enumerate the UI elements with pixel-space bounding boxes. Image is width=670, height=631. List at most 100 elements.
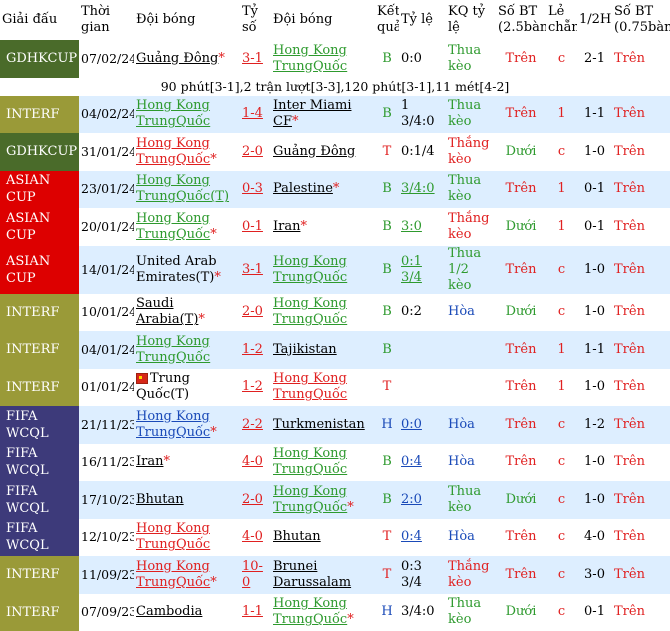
away-team-link[interactable]: Bhutan [273, 529, 321, 544]
away-team-link[interactable]: Guảng Đông [273, 144, 355, 159]
home-team-link[interactable]: Guảng Đông [136, 51, 218, 66]
score-cell: 2-0 [240, 133, 271, 171]
score-link[interactable]: 2-0 [242, 144, 263, 159]
score-link[interactable]: 4-0 [242, 529, 263, 544]
league-cell: INTERF [0, 331, 79, 369]
over-under-075-cell: Trên [612, 481, 670, 519]
handicap-result-cell: Hòa [446, 406, 496, 444]
league-cell: FIFA WCQL [0, 444, 79, 482]
away-team-cell: Hong Kong TrungQuốc [271, 444, 375, 482]
home-team-link[interactable]: Hong Kong TrungQuốc [136, 521, 210, 552]
score-link[interactable]: 2-2 [242, 417, 263, 432]
home-team-link[interactable]: Hong Kong TrungQuốc [136, 211, 210, 242]
away-team-link[interactable]: Tajikistan [273, 342, 337, 357]
odd-even-cell: c [546, 406, 577, 444]
home-team-cell: Hong Kong TrungQuốc [134, 331, 240, 369]
over-under-075-cell: Trên [612, 406, 670, 444]
score-link[interactable]: 0-3 [242, 181, 263, 196]
odds-value[interactable]: 3:0 [401, 219, 422, 234]
handicap-result-cell: Thua kèo [446, 594, 496, 631]
home-star-marker: * [210, 152, 217, 167]
league-cell: GDHKCUP [0, 40, 79, 78]
away-team-link[interactable]: Hong Kong TrungQuốc [273, 43, 347, 74]
table-row: INTERF04/01/24Hong Kong TrungQuốc1-2Taji… [0, 331, 670, 369]
away-team-link[interactable]: Hong Kong TrungQuốc [273, 596, 347, 627]
over-under-075-cell: Trên [612, 369, 670, 407]
date-cell: 11/09/23 [79, 556, 134, 594]
score-link[interactable]: 0-1 [242, 219, 263, 234]
half-time-cell: 1-0 [577, 133, 612, 171]
handicap-result-cell: Thua kèo [446, 171, 496, 209]
league-cell: INTERF [0, 294, 79, 332]
odd-even-cell: 1 [546, 331, 577, 369]
score-link[interactable]: 10-0 [242, 559, 263, 590]
match-history-table: Giải đấu Thời gian Đội bóng Tỷ số Đội bó… [0, 0, 670, 631]
half-time-cell: 1-0 [577, 481, 612, 519]
score-link[interactable]: 4-0 [242, 454, 263, 469]
odds-value[interactable]: 0:1 3/4 [401, 254, 422, 285]
odds-value[interactable]: 0:4 [401, 454, 422, 469]
home-team-link[interactable]: Hong Kong TrungQuốc [136, 559, 210, 590]
over-under-cell: Dưới [496, 208, 546, 246]
away-team-cell: Hong Kong TrungQuốc [271, 246, 375, 294]
home-team-link[interactable]: Saudi Arabia(T) [136, 296, 198, 327]
away-team-link[interactable]: Brunei Darussalam [273, 559, 351, 590]
score-link[interactable]: 3-1 [242, 51, 263, 66]
away-team-link[interactable]: Hong Kong TrungQuốc [273, 254, 347, 285]
home-team-link[interactable]: Hong Kong TrungQuốc [136, 98, 210, 129]
away-team-link[interactable]: Hong Kong TrungQuốc [273, 371, 347, 402]
table-row: INTERF01/01/24Trung Quốc(T)1-2Hong Kong … [0, 369, 670, 407]
home-team-link[interactable]: Hong Kong TrungQuốc [136, 334, 210, 365]
date-cell: 10/01/24 [79, 294, 134, 332]
odds-value[interactable]: 3/4:0 [401, 181, 435, 196]
table-row: FIFA WCQL21/11/23Hong Kong TrungQuốc*2-2… [0, 406, 670, 444]
home-team-link[interactable]: Iran [136, 454, 163, 469]
odds-value: 0:0 [401, 51, 422, 66]
score-link[interactable]: 1-4 [242, 106, 263, 121]
odds-cell: 0:2 [399, 294, 446, 332]
odds-cell: 0:4 [399, 444, 446, 482]
away-team-link[interactable]: Palestine [273, 181, 333, 196]
half-time-cell: 1-0 [577, 369, 612, 407]
result-cell: B [375, 444, 399, 482]
home-team-link[interactable]: Hong Kong TrungQuốc [136, 136, 210, 167]
result-cell: B [375, 96, 399, 134]
away-team-cell: Guảng Đông [271, 133, 375, 171]
half-time-cell: 1-1 [577, 331, 612, 369]
over-under-075-cell: Trên [612, 208, 670, 246]
away-team-link[interactable]: Hong Kong TrungQuốc [273, 446, 347, 477]
home-team-link[interactable]: Cambodia [136, 604, 202, 619]
away-team-cell: Inter Miami CF* [271, 96, 375, 134]
home-team-link[interactable]: Hong Kong TrungQuốc [136, 409, 210, 440]
score-link[interactable]: 2-0 [242, 304, 263, 319]
over-under-cell: Trên [496, 40, 546, 78]
odds-cell [399, 369, 446, 407]
away-team-link[interactable]: Hong Kong TrungQuốc [273, 484, 347, 515]
odds-value[interactable]: 0:0 [401, 417, 422, 432]
home-team-link[interactable]: Hong Kong TrungQuốc(T) [136, 173, 229, 204]
odds-cell: 0:0 [399, 40, 446, 78]
home-team-cell: Hong Kong TrungQuốc* [134, 556, 240, 594]
header-away: Đội bóng [271, 0, 375, 40]
score-link[interactable]: 1-1 [242, 604, 263, 619]
odd-even-cell: c [546, 444, 577, 482]
odds-value[interactable]: 0:4 [401, 529, 422, 544]
home-star-marker: * [163, 454, 170, 469]
score-link[interactable]: 1-2 [242, 342, 263, 357]
away-team-link[interactable]: Turkmenistan [273, 417, 365, 432]
over-under-075-cell: Trên [612, 246, 670, 294]
away-team-link[interactable]: Hong Kong TrungQuốc [273, 296, 347, 327]
home-team-link[interactable]: Bhutan [136, 492, 184, 507]
odds-value: 0:1/4 [401, 144, 435, 159]
score-link[interactable]: 3-1 [242, 262, 263, 277]
odds-value[interactable]: 2:0 [401, 492, 422, 507]
league-cell: INTERF [0, 96, 79, 134]
away-team-link[interactable]: Inter Miami CF [273, 98, 351, 129]
odds-cell [399, 331, 446, 369]
over-under-cell: Dưới [496, 133, 546, 171]
table-row: ASIAN CUP20/01/24Hong Kong TrungQuốc*0-1… [0, 208, 670, 246]
score-link[interactable]: 2-0 [242, 492, 263, 507]
score-link[interactable]: 1-2 [242, 379, 263, 394]
away-team-link[interactable]: Iran [273, 219, 300, 234]
home-team-cell: Bhutan [134, 481, 240, 519]
